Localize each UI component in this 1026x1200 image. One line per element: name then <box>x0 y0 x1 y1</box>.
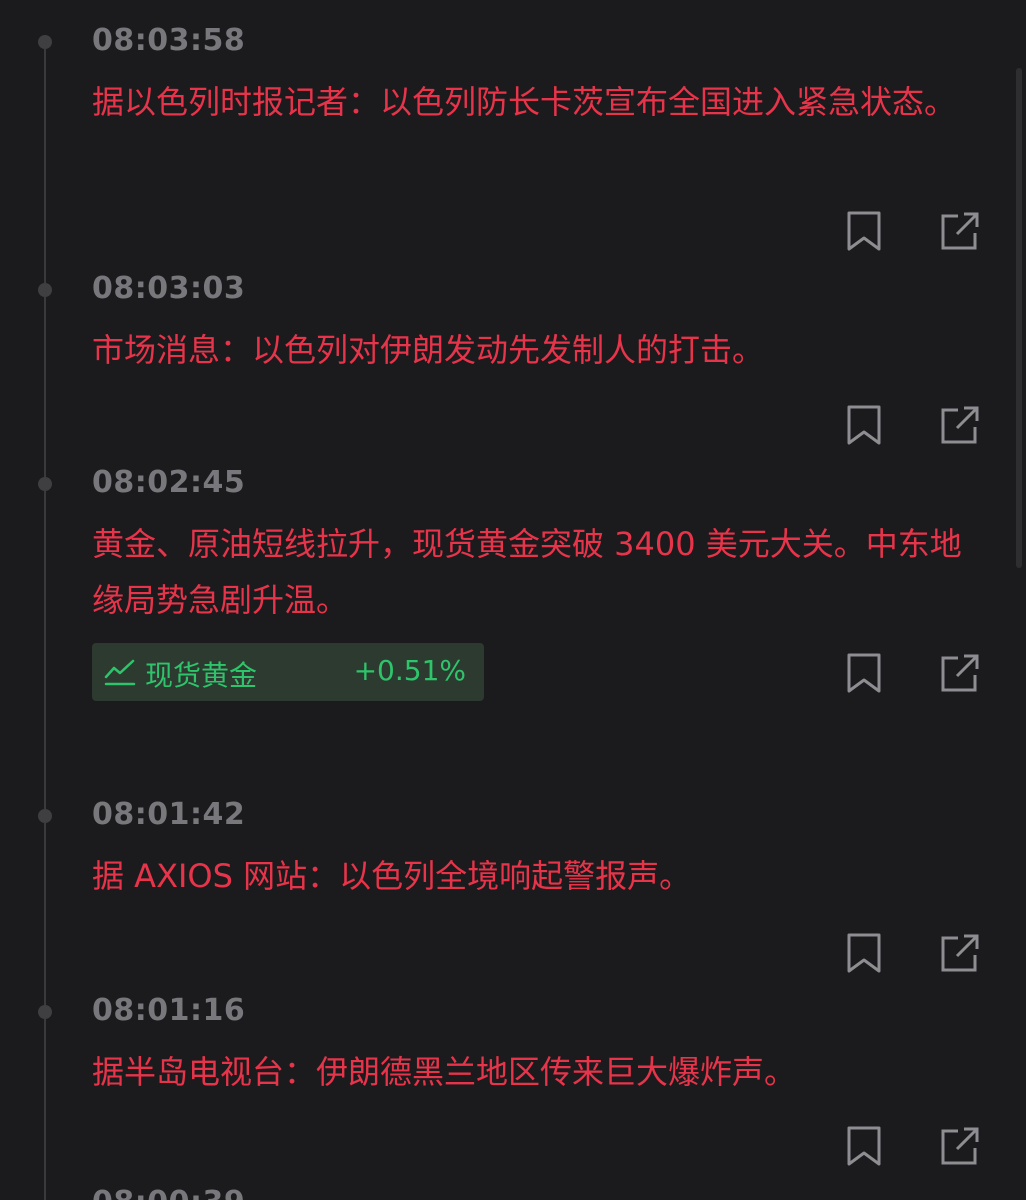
bookmark-icon <box>847 653 881 693</box>
news-time: 08:01:42 <box>92 797 246 832</box>
news-text[interactable]: 市场消息：以色列对伊朗发动先发制人的打击。 <box>92 322 992 378</box>
bookmark-button[interactable] <box>844 1126 884 1166</box>
news-time: 08:03:03 <box>92 271 246 306</box>
share-icon <box>941 934 979 972</box>
ticker-name: 现货黄金 <box>145 659 258 692</box>
timeline-line <box>44 40 46 1200</box>
timeline-dot <box>38 477 52 491</box>
share-button[interactable] <box>940 933 980 973</box>
news-time: 08:03:58 <box>92 23 246 58</box>
timeline-dot <box>38 35 52 49</box>
share-icon <box>941 654 979 692</box>
news-text[interactable]: 据以色列时报记者：以色列防长卡茨宣布全国进入紧急状态。 <box>92 74 992 130</box>
news-time: 08:02:45 <box>92 465 246 500</box>
bookmark-icon <box>847 211 881 251</box>
share-icon <box>941 212 979 250</box>
scrollbar[interactable] <box>1016 68 1022 568</box>
ticker-change: +0.51% <box>353 654 466 687</box>
bookmark-button[interactable] <box>844 211 884 251</box>
news-text[interactable]: 黄金、原油短线拉升，现货黄金突破 3400 美元大关。中东地缘局势急剧升温。 <box>92 516 992 628</box>
timeline-dot <box>38 809 52 823</box>
news-feed: 08:03:58 据以色列时报记者：以色列防长卡茨宣布全国进入紧急状态。 08:… <box>0 0 1026 1200</box>
bookmark-icon <box>847 405 881 445</box>
trend-line-icon <box>104 659 136 686</box>
share-icon <box>941 406 979 444</box>
news-text[interactable]: 据半岛电视台：伊朗德黑兰地区传来巨大爆炸声。 <box>92 1044 992 1100</box>
news-time: 08:01:16 <box>92 993 246 1028</box>
share-button[interactable] <box>940 653 980 693</box>
bookmark-icon <box>847 1126 881 1166</box>
share-icon <box>941 1127 979 1165</box>
bookmark-button[interactable] <box>844 653 884 693</box>
news-time: 08:00:39 <box>92 1185 245 1200</box>
ticker-card-spot-gold[interactable]: 现货黄金 +0.51% <box>92 643 484 701</box>
share-button[interactable] <box>940 211 980 251</box>
bookmark-icon <box>847 933 881 973</box>
share-button[interactable] <box>940 405 980 445</box>
timeline-dot <box>38 283 52 297</box>
bookmark-button[interactable] <box>844 405 884 445</box>
news-text[interactable]: 据 AXIOS 网站：以色列全境响起警报声。 <box>92 848 992 904</box>
timeline-dot <box>38 1005 52 1019</box>
share-button[interactable] <box>940 1126 980 1166</box>
bookmark-button[interactable] <box>844 933 884 973</box>
